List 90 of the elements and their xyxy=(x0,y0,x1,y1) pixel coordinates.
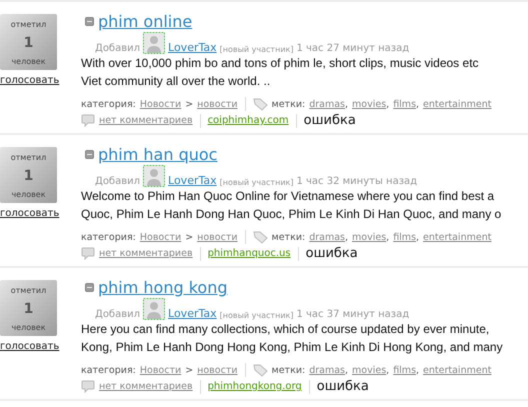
error-text: ошибка xyxy=(306,246,358,261)
comment-icon xyxy=(81,247,95,260)
tag-link[interactable]: movies xyxy=(352,232,386,242)
comments-link[interactable]: нет комментариев xyxy=(99,381,193,392)
vote-label: человек xyxy=(11,190,46,199)
comma: , xyxy=(345,98,348,110)
author-link[interactable]: LoverTax xyxy=(168,307,217,320)
tag-link[interactable]: dramas xyxy=(309,232,345,242)
added-label: Добавил xyxy=(95,176,140,187)
collapse-icon[interactable] xyxy=(85,283,94,292)
tag-link[interactable]: films xyxy=(393,364,416,376)
comma: , xyxy=(386,232,390,242)
vote-count: 1 xyxy=(24,168,34,184)
collapse-icon[interactable] xyxy=(85,150,94,159)
error-text: ошибка xyxy=(316,379,369,394)
comments-link[interactable]: нет комментариев xyxy=(99,115,193,126)
user-status-label: [новый участник] xyxy=(220,45,294,54)
tag-link[interactable]: entertainment xyxy=(423,364,492,376)
comma: , xyxy=(416,364,420,376)
category-link[interactable]: Новости xyxy=(140,364,182,376)
tag-link[interactable]: films xyxy=(393,232,416,242)
tag-link[interactable]: entertainment xyxy=(423,98,492,110)
vote-label: отметил xyxy=(10,153,46,162)
vote-label: человек xyxy=(11,57,46,66)
entry-title[interactable]: phim hong kong xyxy=(98,278,228,297)
comment-icon xyxy=(81,380,95,393)
tag-link[interactable]: dramas xyxy=(309,98,345,110)
category-link[interactable]: новости xyxy=(197,232,238,242)
vote-count: 1 xyxy=(24,35,34,51)
tags-label: метки: xyxy=(272,364,306,376)
category-link[interactable]: новости xyxy=(197,98,238,110)
vote-label: человек xyxy=(11,323,46,332)
tag-link[interactable]: entertainment xyxy=(423,232,492,242)
comma: , xyxy=(416,98,420,110)
description-text: Welcome to Phim Han Quoc Online for Vietnamese where you can find best a xyxy=(81,188,496,205)
breadcrumb-separator: > xyxy=(185,364,194,376)
category-label: категория: xyxy=(81,232,136,242)
vote-count: 1 xyxy=(24,301,34,317)
post-time: 1 час 37 минут назад xyxy=(296,309,410,320)
site-link[interactable]: coiphimhay.com xyxy=(208,115,289,126)
user-status-label: [новый участник] xyxy=(220,311,294,320)
tag-link[interactable]: dramas xyxy=(309,364,345,376)
author-link[interactable]: LoverTax xyxy=(168,174,217,187)
post-time: 1 час 27 минут назад xyxy=(296,43,410,54)
category-link[interactable]: Новости xyxy=(140,98,182,110)
author-link[interactable]: LoverTax xyxy=(168,41,217,54)
description-text: With over 10,000 phim bo and tons of phim le, short clips, music videos etc xyxy=(81,55,480,72)
tag-link[interactable]: movies xyxy=(352,364,386,376)
comma: , xyxy=(416,232,420,242)
avatar-icon xyxy=(143,32,166,54)
breadcrumb-separator: > xyxy=(185,98,194,110)
entry-title[interactable]: phim han quoc xyxy=(98,145,218,164)
vote-label: отметил xyxy=(10,286,46,295)
comma: , xyxy=(386,98,390,110)
tag-link[interactable]: films xyxy=(393,98,416,110)
category-link[interactable]: Новости xyxy=(140,232,182,242)
comma: , xyxy=(386,364,390,376)
added-label: Добавил xyxy=(95,43,140,54)
user-status-label: [новый участник] xyxy=(220,178,294,187)
site-link[interactable]: phimhongkong.org xyxy=(208,381,302,392)
comma: , xyxy=(345,364,348,376)
post-time: 1 час 32 минуты назад xyxy=(296,176,418,187)
description-text: Quoc, Phim Le Hanh Dong Han Quoc, Phim Le Kinh Di Han Quoc, and many o xyxy=(81,206,502,223)
tags-label: метки: xyxy=(272,98,306,110)
description-text: Kong, Phim Le Hanh Dong Hong Kong, Phim Le Kinh Di Hong Kong, and many xyxy=(81,339,504,356)
tag-icon xyxy=(252,98,268,110)
category-label: категория: xyxy=(81,364,136,376)
added-label: Добавил xyxy=(95,309,140,320)
vote-link[interactable]: голосовать xyxy=(0,341,60,352)
vote-link[interactable]: голосовать xyxy=(0,208,60,219)
category-label: категория: xyxy=(81,98,136,110)
vote-label: отметил xyxy=(10,20,46,29)
description-text: Here you can find many collections, which of course updated by ever minute, xyxy=(81,321,490,338)
comments-link[interactable]: нет комментариев xyxy=(99,248,193,259)
tag-icon xyxy=(252,230,268,244)
comment-icon xyxy=(81,114,95,127)
error-text: ошибка xyxy=(304,113,356,128)
avatar-icon xyxy=(143,165,166,187)
comma: , xyxy=(345,232,348,242)
site-link[interactable]: phimhanquoc.us xyxy=(208,248,291,259)
tag-icon xyxy=(252,364,268,376)
tag-link[interactable]: movies xyxy=(352,98,386,110)
description-text: Viet community all over the world. .. xyxy=(81,73,272,90)
entry-title[interactable]: phim online xyxy=(98,12,192,31)
tags-label: метки: xyxy=(272,232,306,242)
category-link[interactable]: новости xyxy=(197,364,238,376)
collapse-icon[interactable] xyxy=(85,17,94,26)
avatar-icon xyxy=(143,298,166,320)
breadcrumb-separator: > xyxy=(185,232,194,242)
vote-link[interactable]: голосовать xyxy=(0,75,60,86)
